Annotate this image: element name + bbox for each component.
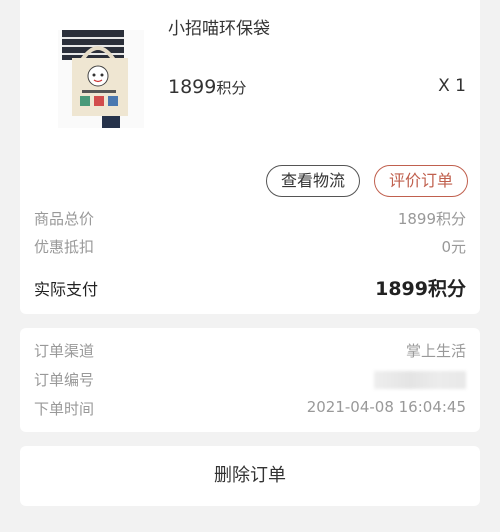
product-image[interactable] xyxy=(58,30,144,128)
order-info-card: 订单渠道 掌上生活 订单编号 下单时间 2021-04-08 16:04:45 xyxy=(20,328,480,432)
product-title[interactable]: 小招喵环保袋 xyxy=(168,14,270,39)
order-number-redacted xyxy=(374,371,466,389)
discount-row: 优惠抵扣 0元 xyxy=(34,236,466,260)
order-time-label: 下单时间 xyxy=(34,400,95,418)
order-time-value: 2021-04-08 16:04:45 xyxy=(306,398,466,416)
tote-bag-icon xyxy=(62,30,128,128)
order-channel-value: 掌上生活 xyxy=(405,342,466,360)
price-number: 1899 xyxy=(168,76,217,98)
total-price-value: 1899积分 xyxy=(397,210,466,228)
order-channel-row: 订单渠道 掌上生活 xyxy=(34,340,466,364)
review-order-button[interactable]: 评价订单 xyxy=(374,165,468,197)
actual-payment-row: 实际支付 1899积分 xyxy=(34,276,466,300)
total-price-label: 商品总价 xyxy=(34,210,95,228)
product-quantity: X 1 xyxy=(438,76,466,96)
order-number-label: 订单编号 xyxy=(34,371,95,389)
delete-order-button[interactable]: 删除订单 xyxy=(20,446,480,506)
discount-label: 优惠抵扣 xyxy=(34,238,95,256)
total-price-row: 商品总价 1899积分 xyxy=(34,208,466,232)
product-price: 1899积分 xyxy=(168,76,246,98)
product-card: 小招喵环保袋 1899积分 X 1 查看物流 评价订单 xyxy=(20,0,480,206)
price-summary-card: 商品总价 1899积分 优惠抵扣 0元 实际支付 1899积分 xyxy=(20,206,480,314)
order-channel-label: 订单渠道 xyxy=(34,342,95,360)
price-unit: 积分 xyxy=(216,79,247,97)
actual-payment-label: 实际支付 xyxy=(34,280,99,299)
view-logistics-button[interactable]: 查看物流 xyxy=(266,165,360,197)
order-number-row: 订单编号 xyxy=(34,369,466,393)
discount-value: 0元 xyxy=(441,238,466,256)
order-time-row: 下单时间 2021-04-08 16:04:45 xyxy=(34,398,466,422)
actual-payment-value: 1899积分 xyxy=(375,278,466,300)
